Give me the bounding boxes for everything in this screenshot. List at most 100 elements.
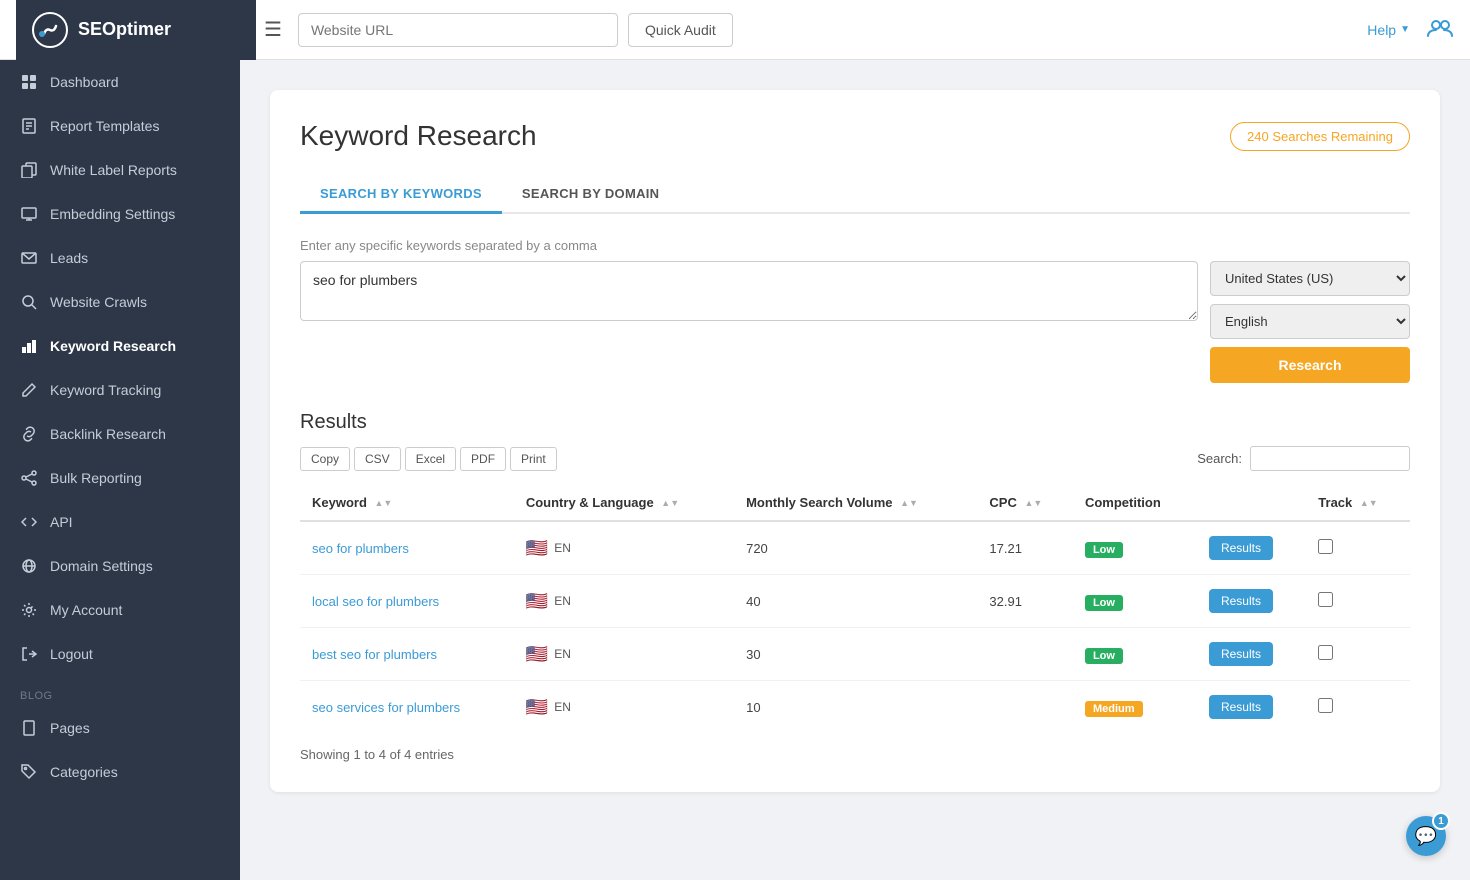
file-text-icon xyxy=(20,117,38,135)
file-icon xyxy=(20,719,38,737)
competition-badge: Medium xyxy=(1085,701,1143,717)
sidebar-item-keyword-research[interactable]: Keyword Research xyxy=(0,324,240,368)
grid-icon xyxy=(20,73,38,91)
cell-competition: Medium xyxy=(1073,681,1197,734)
table-row: seo for plumbers 🇺🇸 EN 720 17.21 Low Res… xyxy=(300,521,1410,575)
content-card: Keyword Research 240 Searches Remaining … xyxy=(270,90,1440,792)
sidebar-item-my-account[interactable]: My Account xyxy=(0,588,240,632)
url-input[interactable] xyxy=(298,13,618,47)
track-checkbox[interactable] xyxy=(1318,645,1333,660)
search-filter-input[interactable] xyxy=(1250,446,1410,471)
track-checkbox[interactable] xyxy=(1318,592,1333,607)
form-hint: Enter any specific keywords separated by… xyxy=(300,238,1410,253)
logo-icon xyxy=(32,12,68,48)
sidebar-item-categories[interactable]: Categories xyxy=(0,750,240,794)
search-icon xyxy=(20,293,38,311)
tab-search-by-domain[interactable]: SEARCH BY DOMAIN xyxy=(502,176,679,214)
chevron-down-icon: ▼ xyxy=(1400,24,1410,35)
print-button[interactable]: Print xyxy=(510,447,557,471)
help-button[interactable]: Help ▼ xyxy=(1367,22,1410,38)
results-action-button[interactable]: Results xyxy=(1209,536,1273,560)
cell-cpc: 17.21 xyxy=(977,521,1073,575)
logo-text: SEOptimer xyxy=(78,19,171,40)
country-select[interactable]: United States (US) United Kingdom (UK) C… xyxy=(1210,261,1410,296)
cell-cpc xyxy=(977,628,1073,681)
cell-keyword: best seo for plumbers xyxy=(300,628,514,681)
sort-icon-track[interactable]: ▲▼ xyxy=(1360,499,1378,508)
edit-icon xyxy=(20,381,38,399)
lang-code: EN xyxy=(554,594,571,608)
sort-icon-country[interactable]: ▲▼ xyxy=(661,499,679,508)
flag-icon: 🇺🇸 xyxy=(526,591,548,612)
sidebar-item-leads[interactable]: Leads xyxy=(0,236,240,280)
search-filter-label: Search: xyxy=(1197,451,1242,466)
results-action-button[interactable]: Results xyxy=(1209,695,1273,719)
chat-bubble[interactable]: 1 💬 xyxy=(1406,816,1446,856)
sidebar-label-keyword-tracking: Keyword Tracking xyxy=(50,382,161,398)
competition-badge: Low xyxy=(1085,648,1123,664)
monitor-icon xyxy=(20,205,38,223)
results-action-button[interactable]: Results xyxy=(1209,642,1273,666)
sidebar-item-website-crawls[interactable]: Website Crawls xyxy=(0,280,240,324)
flag-icon: 🇺🇸 xyxy=(526,538,548,559)
cell-keyword: seo services for plumbers xyxy=(300,681,514,734)
cell-volume: 40 xyxy=(734,575,977,628)
results-section: Results Copy CSV Excel PDF Print Search: xyxy=(300,411,1410,762)
sidebar-item-embedding[interactable]: Embedding Settings xyxy=(0,192,240,236)
csv-button[interactable]: CSV xyxy=(354,447,401,471)
competition-badge: Low xyxy=(1085,542,1123,558)
cell-competition: Low xyxy=(1073,628,1197,681)
language-select[interactable]: English Spanish French xyxy=(1210,304,1410,339)
track-checkbox[interactable] xyxy=(1318,698,1333,713)
sidebar-item-report-templates[interactable]: Report Templates xyxy=(0,104,240,148)
sidebar-label-logout: Logout xyxy=(50,646,93,662)
sidebar-item-pages[interactable]: Pages xyxy=(0,706,240,750)
cell-results-action: Results xyxy=(1197,681,1306,734)
col-volume: Monthly Search Volume ▲▼ xyxy=(734,485,977,521)
track-checkbox[interactable] xyxy=(1318,539,1333,554)
excel-button[interactable]: Excel xyxy=(405,447,456,471)
lang-code: EN xyxy=(554,541,571,555)
sidebar-item-api[interactable]: API xyxy=(0,500,240,544)
topbar-center: Quick Audit xyxy=(298,13,1367,47)
table-row: local seo for plumbers 🇺🇸 EN 40 32.91 Lo… xyxy=(300,575,1410,628)
sort-icon-keyword[interactable]: ▲▼ xyxy=(375,499,393,508)
sidebar-item-backlink-research[interactable]: Backlink Research xyxy=(0,412,240,456)
cell-track xyxy=(1306,628,1410,681)
sidebar-label-keyword-research: Keyword Research xyxy=(50,338,176,354)
page-header: Keyword Research 240 Searches Remaining xyxy=(300,120,1410,152)
sidebar-item-keyword-tracking[interactable]: Keyword Tracking xyxy=(0,368,240,412)
results-action-button[interactable]: Results xyxy=(1209,589,1273,613)
quick-audit-button[interactable]: Quick Audit xyxy=(628,13,733,47)
sidebar-item-logout[interactable]: Logout xyxy=(0,632,240,676)
results-title: Results xyxy=(300,411,1410,434)
pdf-button[interactable]: PDF xyxy=(460,447,506,471)
copy-button[interactable]: Copy xyxy=(300,447,350,471)
cell-country-lang: 🇺🇸 EN xyxy=(514,681,734,734)
cell-volume: 720 xyxy=(734,521,977,575)
lang-code: EN xyxy=(554,700,571,714)
cell-country-lang: 🇺🇸 EN xyxy=(514,628,734,681)
sidebar-item-dashboard[interactable]: Dashboard xyxy=(0,60,240,104)
tag-icon xyxy=(20,763,38,781)
sidebar-item-domain-settings[interactable]: Domain Settings xyxy=(0,544,240,588)
tab-search-by-keywords[interactable]: SEARCH BY KEYWORDS xyxy=(300,176,502,214)
hamburger-button[interactable]: ☰ xyxy=(256,13,290,46)
cell-competition: Low xyxy=(1073,521,1197,575)
sidebar-label-report-templates: Report Templates xyxy=(50,118,159,134)
sort-icon-volume[interactable]: ▲▼ xyxy=(900,499,918,508)
keyword-input[interactable]: seo for plumbers xyxy=(300,261,1198,321)
sidebar-label-white-label: White Label Reports xyxy=(50,162,177,178)
settings-icon xyxy=(20,601,38,619)
tabs: SEARCH BY KEYWORDS SEARCH BY DOMAIN xyxy=(300,176,1410,214)
sidebar-label-dashboard: Dashboard xyxy=(50,74,119,90)
cell-keyword: local seo for plumbers xyxy=(300,575,514,628)
search-form: Enter any specific keywords separated by… xyxy=(300,238,1410,383)
user-icon-button[interactable] xyxy=(1426,14,1454,45)
table-search-filter: Search: xyxy=(1197,446,1410,471)
sidebar-item-bulk-reporting[interactable]: Bulk Reporting xyxy=(0,456,240,500)
sort-icon-cpc[interactable]: ▲▼ xyxy=(1024,499,1042,508)
research-button[interactable]: Research xyxy=(1210,347,1410,383)
results-table: Keyword ▲▼ Country & Language ▲▼ Monthly… xyxy=(300,485,1410,733)
sidebar-item-white-label[interactable]: White Label Reports xyxy=(0,148,240,192)
